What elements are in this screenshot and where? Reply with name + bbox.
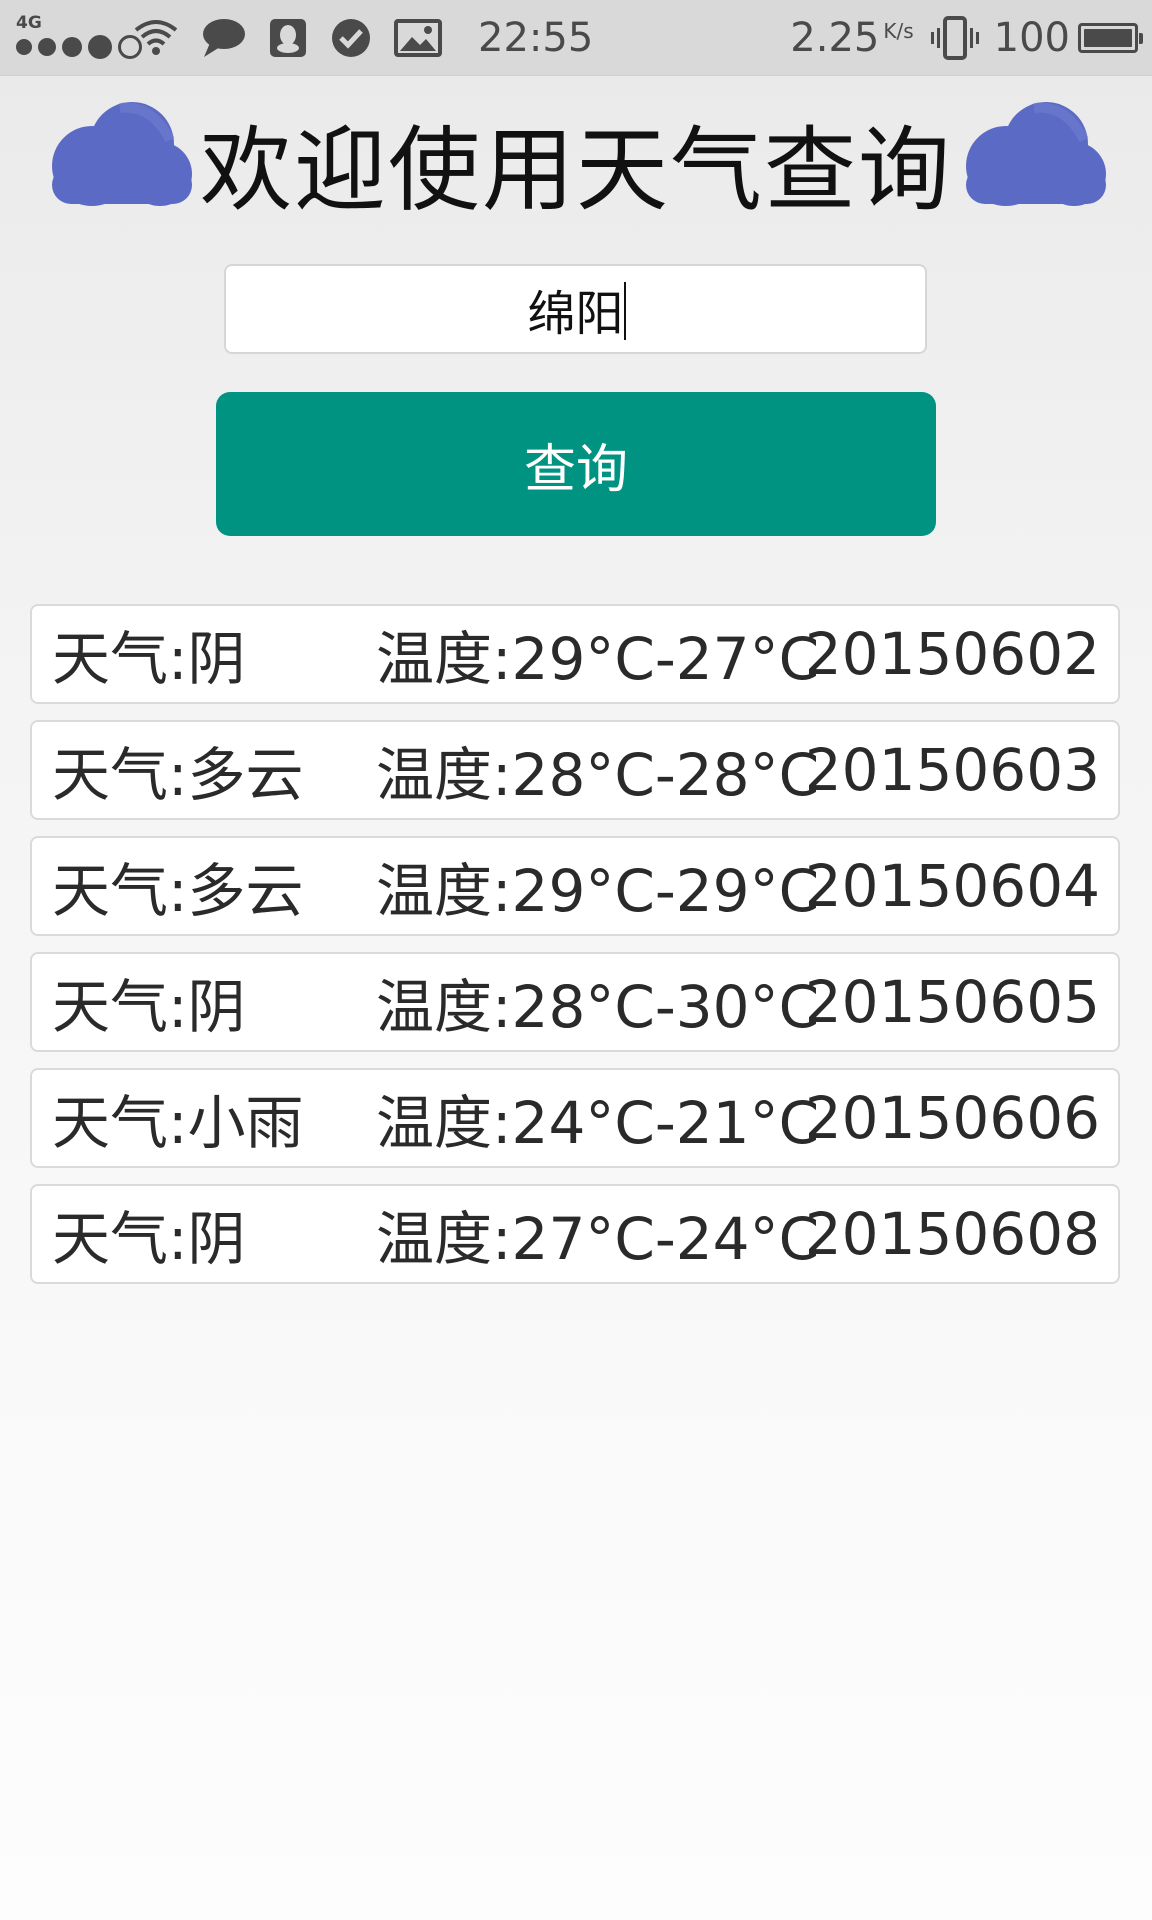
weather-condition: 天气:多云 <box>52 857 304 925</box>
weather-results-list: 天气:阴 温度:29°C-27°C 20150602 天气:多云 温度:28°C… <box>30 604 1120 1300</box>
qq-icon <box>268 17 308 59</box>
weather-condition: 天气:小雨 <box>52 1089 304 1157</box>
vibrate-icon <box>930 16 980 60</box>
query-button[interactable]: 查询 <box>216 392 936 536</box>
forecast-date: 20150603 <box>804 736 1100 804</box>
weather-condition: 天气:多云 <box>52 741 304 809</box>
list-item[interactable]: 天气:阴 温度:29°C-27°C 20150602 <box>30 604 1120 704</box>
list-item[interactable]: 天气:阴 温度:27°C-24°C 20150608 <box>30 1184 1120 1284</box>
city-input[interactable] <box>224 264 927 354</box>
forecast-date: 20150606 <box>804 1084 1100 1152</box>
clock: 22:55 <box>478 15 594 61</box>
status-bar: 4G 22:55 2.25 K/s 100 <box>0 0 1152 76</box>
network-type: 4G <box>16 13 42 33</box>
list-item[interactable]: 天气:小雨 温度:24°C-21°C 20150606 <box>30 1068 1120 1168</box>
weather-condition: 天气:阴 <box>52 1205 246 1273</box>
chat-bubble-icon <box>200 17 246 59</box>
check-circle-icon <box>330 17 372 59</box>
temperature-range: 温度:28°C-30°C <box>376 973 820 1041</box>
image-icon <box>394 19 442 57</box>
list-item[interactable]: 天气:阴 温度:28°C-30°C 20150605 <box>30 952 1120 1052</box>
weather-condition: 天气:阴 <box>52 625 246 693</box>
battery-icon <box>1078 23 1143 53</box>
speed-value: 2.25 <box>790 15 880 61</box>
temperature-range: 温度:29°C-29°C <box>376 857 820 925</box>
header: 欢迎使用天气查询 <box>0 96 1152 246</box>
weather-condition: 天气:阴 <box>52 973 246 1041</box>
signal-dots-icon: 4G <box>14 13 142 63</box>
temperature-range: 温度:28°C-28°C <box>376 741 820 809</box>
list-item[interactable]: 天气:多云 温度:29°C-29°C 20150604 <box>30 836 1120 936</box>
cloud-icon <box>966 102 1106 206</box>
forecast-date: 20150602 <box>804 620 1100 688</box>
temperature-range: 温度:27°C-24°C <box>376 1205 820 1273</box>
temperature-range: 温度:24°C-21°C <box>376 1089 820 1157</box>
forecast-date: 20150605 <box>804 968 1100 1036</box>
forecast-date: 20150608 <box>804 1200 1100 1268</box>
battery-level: 100 <box>993 15 1070 61</box>
temperature-range: 温度:29°C-27°C <box>376 625 820 693</box>
speed-unit: K/s <box>883 19 914 43</box>
forecast-date: 20150604 <box>804 852 1100 920</box>
text-cursor <box>624 282 626 340</box>
list-item[interactable]: 天气:多云 温度:28°C-28°C 20150603 <box>30 720 1120 820</box>
network-speed: 2.25 K/s <box>790 15 913 61</box>
